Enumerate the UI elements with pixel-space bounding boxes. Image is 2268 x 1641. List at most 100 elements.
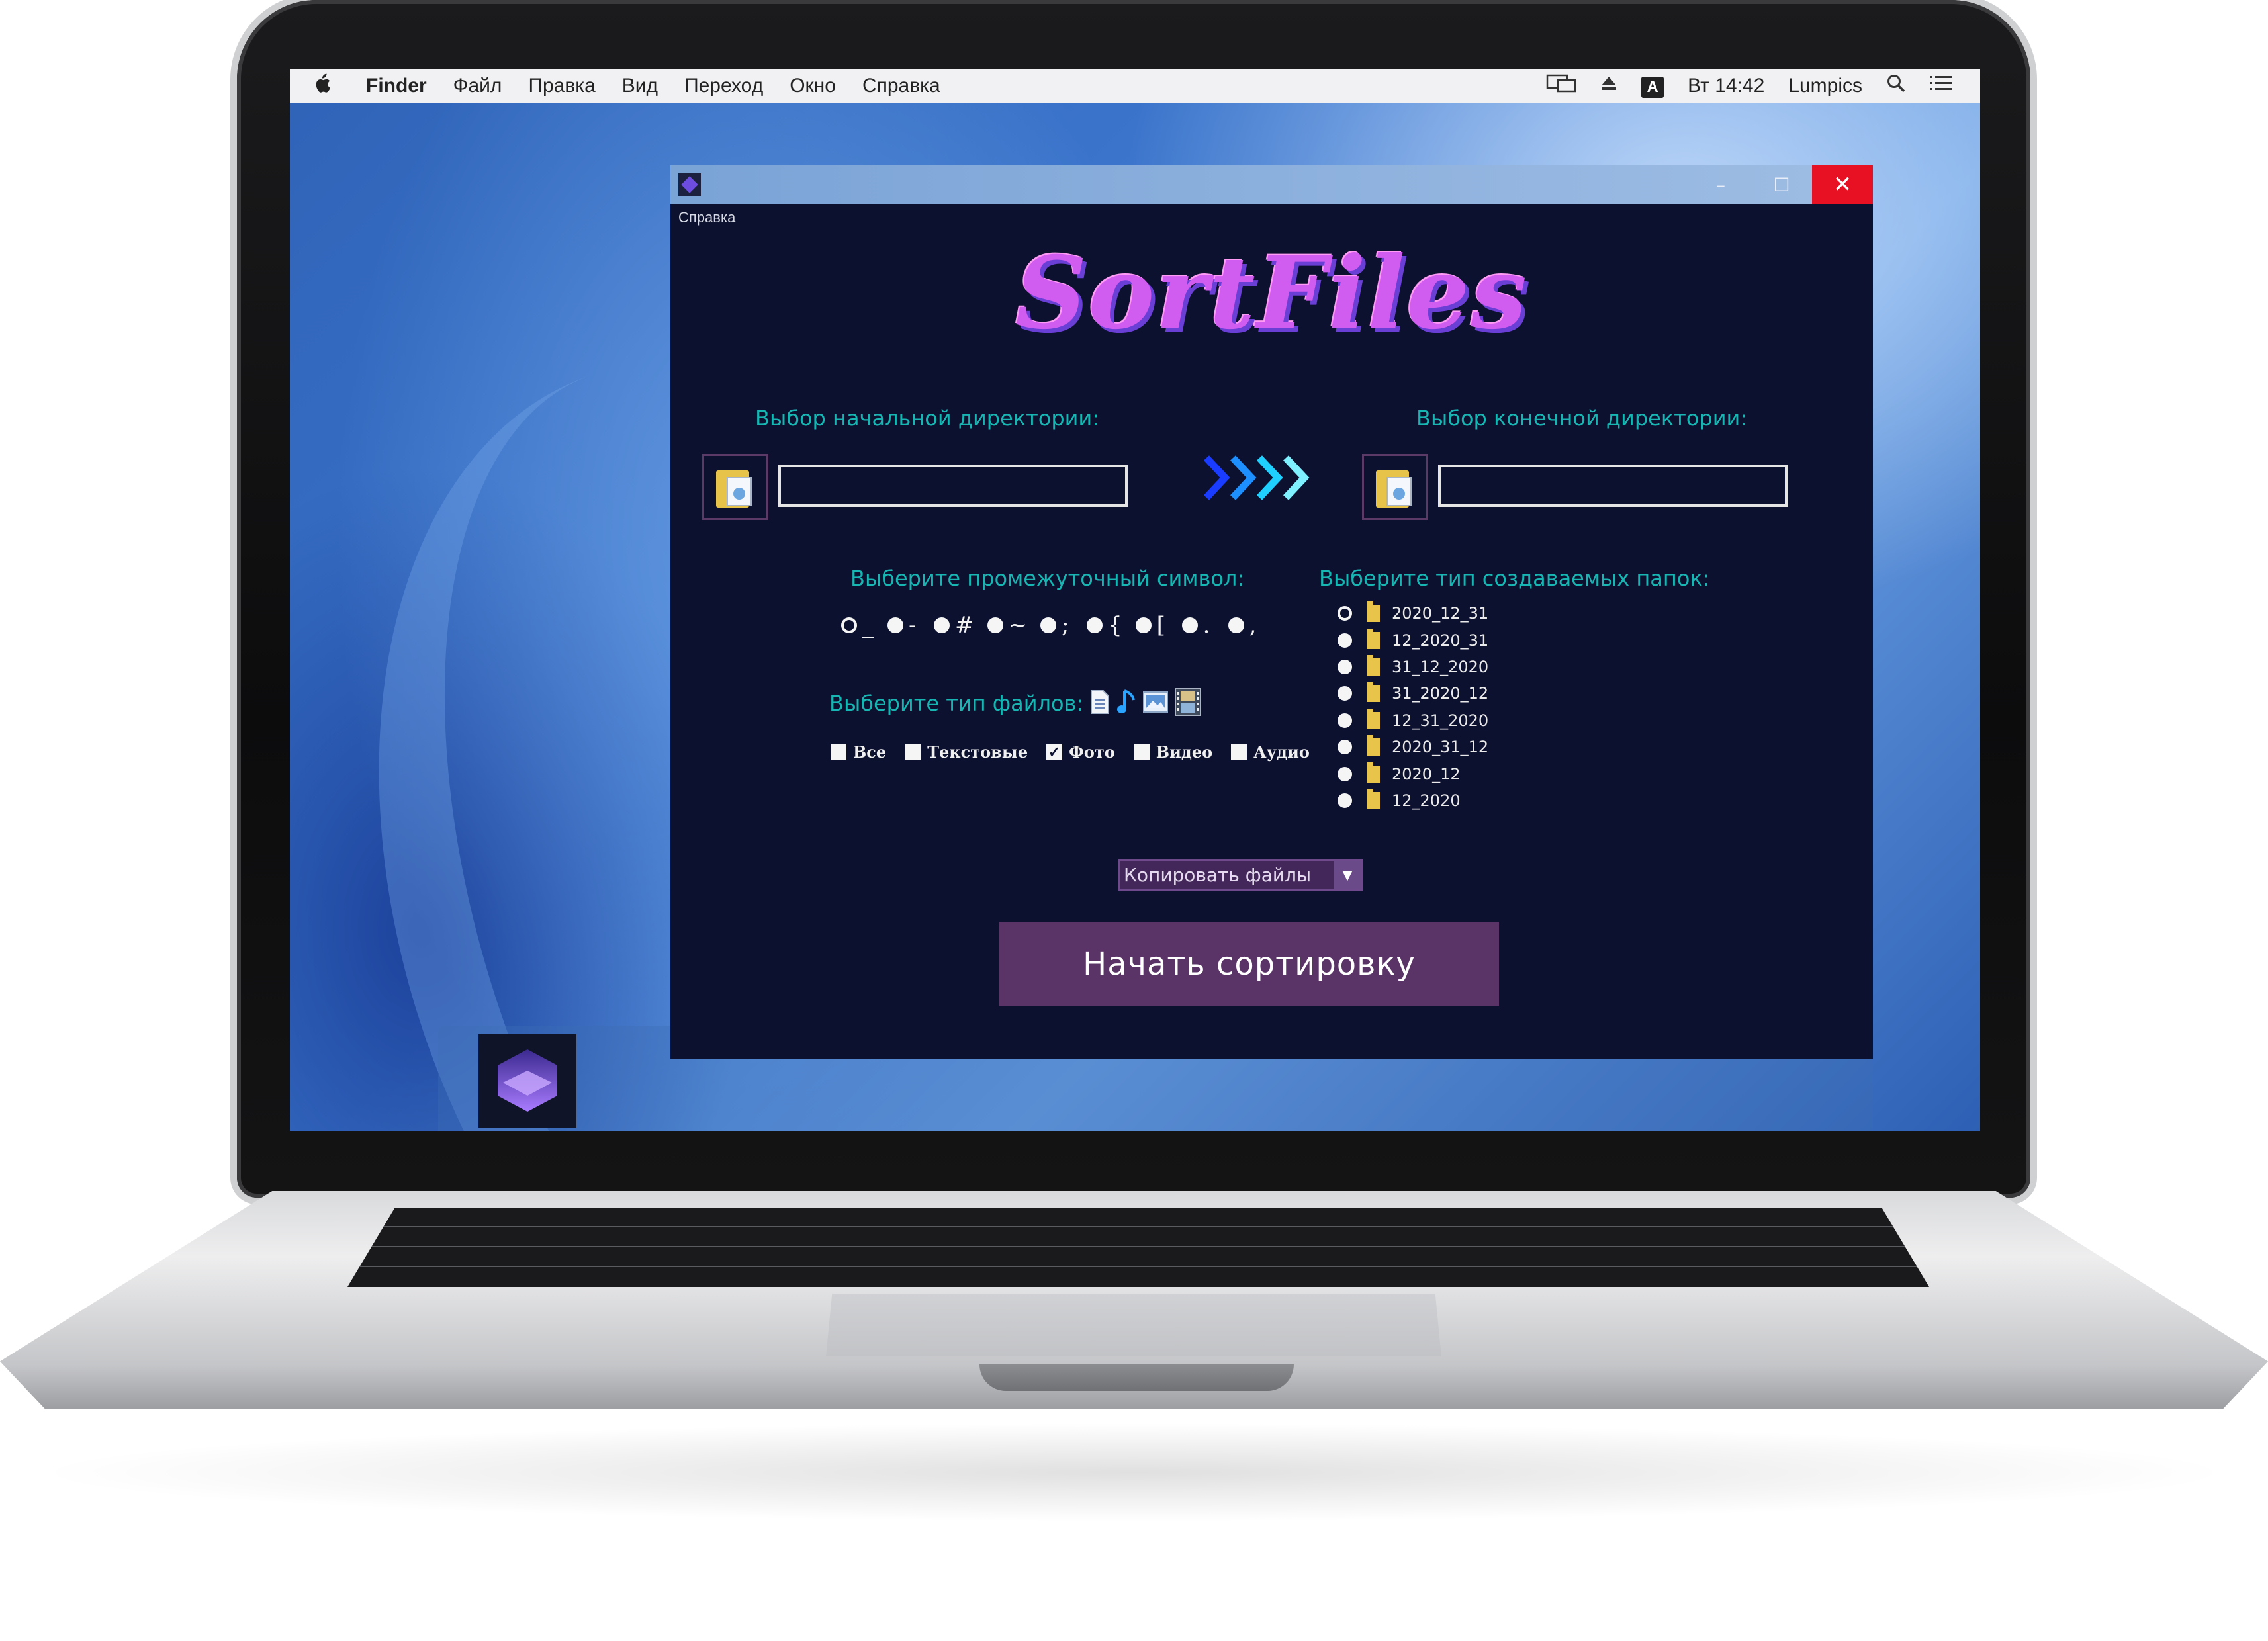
lid-notch (979, 1364, 1294, 1391)
input-source-icon[interactable]: A (1629, 75, 1676, 98)
radio-button[interactable] (887, 617, 903, 633)
folder-format-option[interactable]: 12_2020_31 (1338, 627, 1488, 653)
laptop-keyboard (347, 1208, 1929, 1287)
key-row (347, 1246, 1929, 1247)
start-sorting-button[interactable]: Начать сортировку (999, 922, 1499, 1006)
separator-option[interactable]: - (887, 612, 921, 639)
separator-symbol: _ (862, 612, 874, 639)
separator-option[interactable]: # (934, 612, 974, 639)
folder-format-text: 31_2020_12 (1392, 684, 1489, 703)
radio-button[interactable] (841, 617, 857, 633)
checkbox[interactable] (1133, 744, 1150, 760)
folder-format-option[interactable]: 2020_12_31 (1338, 600, 1488, 627)
file-types-header: Выберите тип файлов: (829, 688, 1202, 719)
checkbox[interactable] (905, 744, 921, 760)
checkbox-text[interactable]: Текстовые (905, 742, 1028, 762)
folder-format-option[interactable]: 12_31_2020 (1338, 707, 1488, 734)
checkbox-photo[interactable]: ✓ Фото (1046, 742, 1115, 762)
eject-icon[interactable] (1588, 75, 1629, 97)
radio-button[interactable] (1228, 617, 1244, 633)
checkbox[interactable] (1231, 744, 1247, 760)
menu-finder[interactable]: Finder (353, 75, 440, 97)
radio-button[interactable] (1040, 617, 1056, 633)
separator-option[interactable]: [ (1135, 612, 1169, 639)
window-menu-help[interactable]: Справка (678, 209, 735, 226)
folder-format-option[interactable]: 2020_12 (1338, 760, 1488, 787)
folder-icon (1367, 762, 1380, 783)
file-type-checkboxes: Все Текстовые ✓ Фото Видео Аудио (831, 742, 1328, 762)
separator-option[interactable]: { (1087, 612, 1122, 639)
arrows-right-icon (1203, 455, 1310, 500)
menu-file[interactable]: Файл (440, 75, 516, 97)
mode-select[interactable]: Копировать файлы ▼ (1118, 859, 1363, 891)
chevron-down-icon[interactable]: ▼ (1334, 861, 1361, 889)
separator-symbol: ~ (1008, 612, 1028, 639)
checkbox-video[interactable]: Видео (1133, 742, 1213, 762)
separator-symbol: { (1108, 612, 1122, 639)
apple-logo-icon[interactable] (290, 73, 353, 100)
app-small-icon (678, 173, 701, 196)
radio-button[interactable] (1338, 633, 1352, 648)
separator-option[interactable]: , (1228, 612, 1261, 639)
destination-folder-button[interactable] (1362, 454, 1428, 520)
separator-symbol: ; (1062, 612, 1069, 639)
separator-option[interactable]: _ (841, 612, 874, 639)
radio-button[interactable] (1135, 617, 1152, 633)
checkbox-all[interactable]: Все (831, 742, 886, 762)
folder-icon (1367, 682, 1380, 703)
folder-format-label: Выберите тип создаваемых папок: (1319, 566, 1710, 591)
radio-button[interactable] (1338, 740, 1352, 755)
clock[interactable]: Вт 14:42 (1676, 75, 1776, 97)
folder-icon (1367, 628, 1380, 649)
radio-button[interactable] (987, 617, 1003, 633)
folder-format-option[interactable]: 12_2020 (1338, 787, 1488, 814)
input-source-badge: A (1641, 76, 1664, 98)
folder-format-text: 31_12_2020 (1392, 657, 1489, 676)
radio-button[interactable] (1338, 713, 1352, 728)
radio-button[interactable] (1338, 766, 1352, 781)
display-icon[interactable] (1534, 73, 1588, 99)
image-icon (1143, 691, 1169, 715)
file-types-label: Выберите тип файлов: (829, 691, 1084, 716)
separator-option[interactable]: ; (1040, 612, 1073, 639)
checkbox-checked[interactable]: ✓ (1046, 744, 1063, 761)
separator-symbol: . (1202, 612, 1210, 639)
radio-button[interactable] (1087, 617, 1103, 633)
minimize-button[interactable]: – (1690, 165, 1751, 204)
checkbox[interactable] (831, 744, 846, 760)
menu-window[interactable]: Окно (776, 75, 849, 97)
window-titlebar[interactable]: – ☐ ✕ (670, 165, 1873, 204)
trackpad (826, 1294, 1441, 1356)
menu-help[interactable]: Справка (849, 75, 954, 97)
folder-icon (1367, 654, 1380, 676)
checkbox-audio[interactable]: Аудио (1231, 742, 1310, 762)
maximize-button[interactable]: ☐ (1751, 165, 1812, 204)
menu-go[interactable]: Переход (671, 75, 776, 97)
radio-button[interactable] (1338, 606, 1352, 621)
folder-format-option[interactable]: 31_12_2020 (1338, 654, 1488, 680)
source-path-input[interactable] (778, 465, 1128, 507)
folder-icon (716, 466, 754, 508)
checkbox-label: Видео (1156, 742, 1213, 762)
checkbox-label: Текстовые (927, 742, 1028, 762)
source-dir-label: Выбор начальной директории: (755, 406, 1099, 431)
checkbox-label: Все (853, 742, 887, 762)
radio-button[interactable] (1338, 686, 1352, 701)
radio-button[interactable] (1338, 659, 1352, 674)
separator-option[interactable]: . (1181, 612, 1215, 639)
menu-edit[interactable]: Правка (515, 75, 608, 97)
user-name[interactable]: Lumpics (1776, 75, 1874, 97)
folder-format-option[interactable]: 2020_31_12 (1338, 734, 1488, 760)
menu-view[interactable]: Вид (609, 75, 671, 97)
cube-app-icon[interactable] (478, 1034, 576, 1128)
folder-format-option[interactable]: 31_2020_12 (1338, 680, 1488, 707)
radio-button[interactable] (1338, 793, 1352, 808)
search-icon[interactable] (1874, 73, 1918, 99)
destination-path-input[interactable] (1438, 465, 1788, 507)
separator-option[interactable]: ~ (987, 612, 1028, 639)
radio-button[interactable] (1181, 617, 1198, 633)
radio-button[interactable] (934, 617, 950, 633)
source-folder-button[interactable] (702, 454, 768, 520)
list-icon[interactable] (1918, 74, 1964, 98)
close-button[interactable]: ✕ (1812, 165, 1873, 204)
